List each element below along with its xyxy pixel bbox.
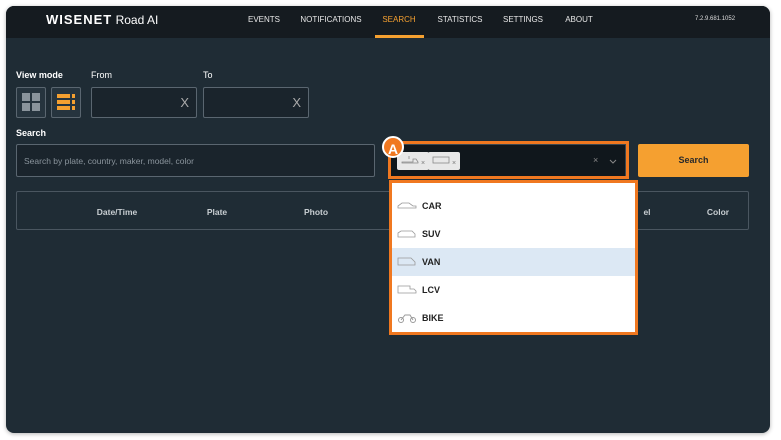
top-nav-bar: WISENET Road AI EVENTS NOTIFICATIONS SEA…	[6, 6, 770, 38]
list-icon	[57, 94, 75, 110]
nav-notifications[interactable]: NOTIFICATIONS	[300, 15, 361, 24]
list-view-button[interactable]	[51, 87, 81, 118]
results-table-header: Date/Time Plate Photo el Color	[16, 191, 749, 230]
option-lcv[interactable]: LCV	[392, 276, 635, 304]
car-icon	[397, 202, 417, 209]
option-bike[interactable]: BIKE	[392, 304, 635, 332]
search-button[interactable]: Search	[638, 144, 749, 177]
nav-events[interactable]: EVENTS	[248, 15, 280, 24]
nav-settings[interactable]: SETTINGS	[503, 15, 543, 24]
clear-to-icon[interactable]: X	[292, 95, 301, 110]
from-date-input[interactable]: X	[91, 87, 197, 118]
suv-icon	[397, 230, 416, 238]
clear-from-icon[interactable]: X	[180, 95, 189, 110]
annotation-highlight	[388, 141, 629, 179]
column-model[interactable]: el	[643, 207, 650, 217]
lcv-icon	[397, 285, 417, 294]
active-tab-indicator	[375, 35, 424, 38]
grid-view-button[interactable]	[16, 87, 46, 118]
option-car[interactable]: CAR	[392, 192, 635, 220]
option-suv[interactable]: SUV	[392, 220, 635, 248]
view-mode-label: View mode	[16, 70, 63, 80]
bike-icon	[398, 314, 416, 323]
column-photo[interactable]: Photo	[304, 207, 328, 217]
van-icon	[397, 257, 416, 266]
vehicle-type-dropdown: CAR SUV VAN LCV BIKE	[389, 180, 638, 335]
from-label: From	[91, 70, 112, 80]
column-plate[interactable]: Plate	[207, 207, 227, 217]
to-label: To	[203, 70, 213, 80]
option-van[interactable]: VAN	[392, 248, 635, 276]
search-label: Search	[16, 128, 47, 138]
grid-icon	[22, 93, 40, 111]
nav-search[interactable]: SEARCH	[382, 15, 415, 24]
nav-statistics[interactable]: STATISTICS	[437, 15, 482, 24]
to-date-input[interactable]: X	[203, 87, 309, 118]
logo: WISENET Road AI	[46, 12, 159, 27]
column-color[interactable]: Color	[707, 207, 729, 217]
version-text: 7.2.9.681.1052	[695, 16, 736, 22]
annotation-badge: A	[382, 136, 404, 158]
search-input[interactable]: Search by plate, country, maker, model, …	[16, 144, 375, 177]
column-datetime[interactable]: Date/Time	[97, 207, 137, 217]
app-window: WISENET Road AI EVENTS NOTIFICATIONS SEA…	[6, 6, 770, 433]
nav-about[interactable]: ABOUT	[565, 15, 593, 24]
